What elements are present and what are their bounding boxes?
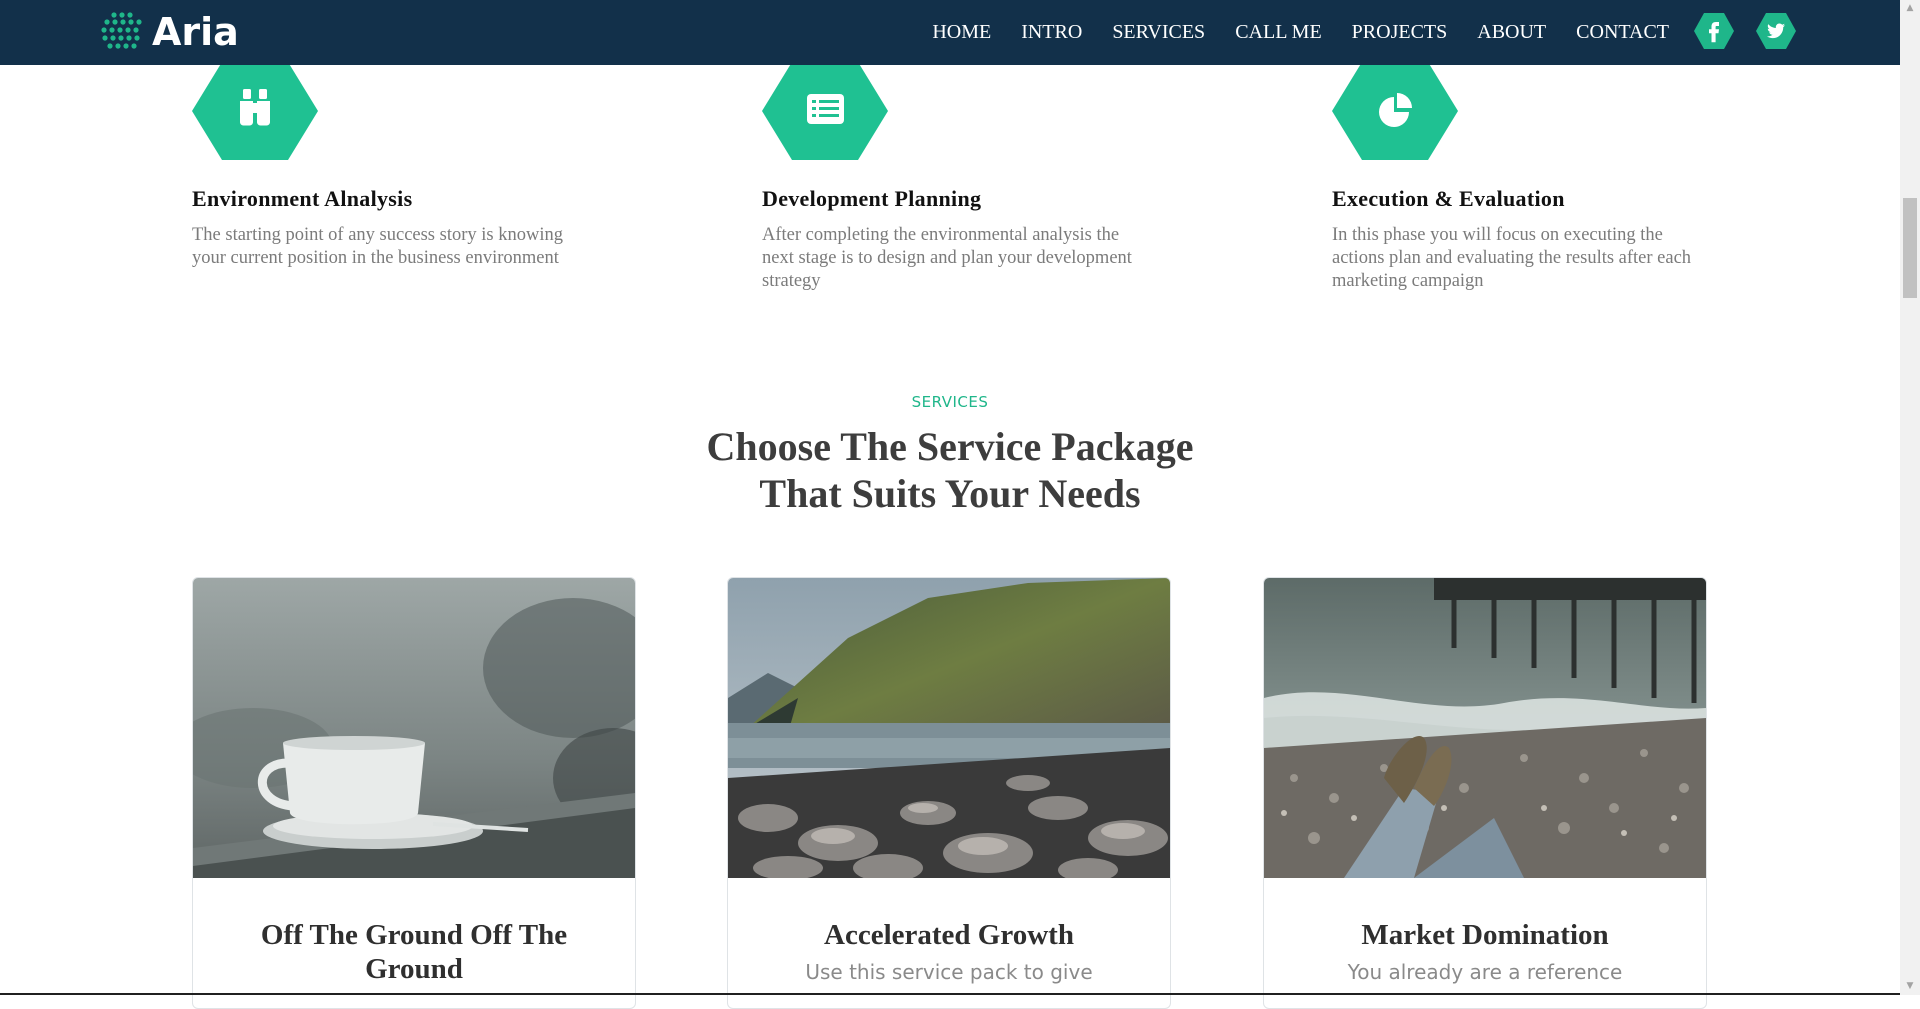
section-title: Choose The Service Package That Suits Yo… — [0, 423, 1900, 517]
nav-contact[interactable]: CONTACT — [1576, 21, 1669, 44]
list-icon — [807, 94, 844, 124]
service-card-market-domination[interactable]: Market Domination You already are a refe… — [1263, 577, 1707, 1009]
pebble-beach-photo — [1264, 578, 1706, 878]
coffee-cup-photo — [193, 578, 635, 878]
card-title: Accelerated Growth — [824, 919, 1074, 951]
main-nav: HOME INTRO SERVICES CALL ME PROJECTS ABO… — [932, 0, 1669, 65]
coastal-cliff-photo — [728, 578, 1170, 878]
page-scrollbar[interactable]: ▲ ▼ — [1900, 0, 1920, 995]
hexagon-badge — [1332, 62, 1458, 160]
nav-projects[interactable]: PROJECTS — [1352, 21, 1448, 44]
card-description: Use this service pack to give — [805, 960, 1093, 984]
card-title: Off The Ground Off The Ground — [260, 919, 568, 985]
section-title-line-2: That Suits Your Needs — [759, 471, 1141, 516]
nav-intro[interactable]: INTRO — [1021, 21, 1082, 44]
nav-home[interactable]: HOME — [932, 21, 991, 44]
step-development-planning: Development Planning After completing th… — [762, 62, 1162, 293]
section-title-line-1: Choose The Service Package — [706, 424, 1194, 469]
card-title: Market Domination — [1361, 919, 1609, 951]
step-environment-analysis: Environment Alnalysis The starting point… — [192, 62, 592, 270]
binoculars-icon — [240, 89, 270, 126]
pie-chart-icon — [1379, 93, 1412, 127]
step-description: After completing the environmental analy… — [762, 225, 1132, 291]
step-title: Environment Alnalysis — [192, 186, 413, 211]
scroll-down-arrow-icon[interactable]: ▼ — [1900, 978, 1920, 995]
service-card-off-the-ground[interactable]: Off The Ground Off The Ground — [192, 577, 636, 1009]
step-description: The starting point of any success story … — [192, 225, 563, 268]
step-title: Development Planning — [762, 186, 982, 211]
hexagon-badge — [192, 62, 318, 160]
brand-name: Aria — [152, 10, 239, 54]
step-title: Execution & Evaluation — [1332, 186, 1565, 211]
card-description: You already are a reference — [1347, 960, 1623, 984]
logo-dots-icon — [101, 12, 142, 49]
twitter-icon[interactable] — [1756, 13, 1796, 49]
service-card-accelerated-growth[interactable]: Accelerated Growth Use this service pack… — [727, 577, 1171, 1009]
nav-services[interactable]: SERVICES — [1112, 21, 1205, 44]
facebook-icon[interactable] — [1694, 13, 1734, 49]
brand-logo[interactable]: Aria — [100, 11, 239, 53]
nav-about[interactable]: ABOUT — [1477, 21, 1546, 44]
scroll-thumb[interactable] — [1903, 198, 1917, 298]
step-description: In this phase you will focus on executin… — [1332, 225, 1692, 291]
section-eyebrow: SERVICES — [911, 393, 989, 411]
nav-call-me[interactable]: CALL ME — [1235, 21, 1321, 44]
hexagon-badge — [762, 62, 888, 160]
top-navbar: Aria HOME INTRO SERVICES CALL ME PROJECT… — [0, 0, 1900, 65]
step-execution-evaluation: Execution & Evaluation In this phase you… — [1332, 62, 1732, 293]
scroll-up-arrow-icon[interactable]: ▲ — [1900, 0, 1920, 17]
